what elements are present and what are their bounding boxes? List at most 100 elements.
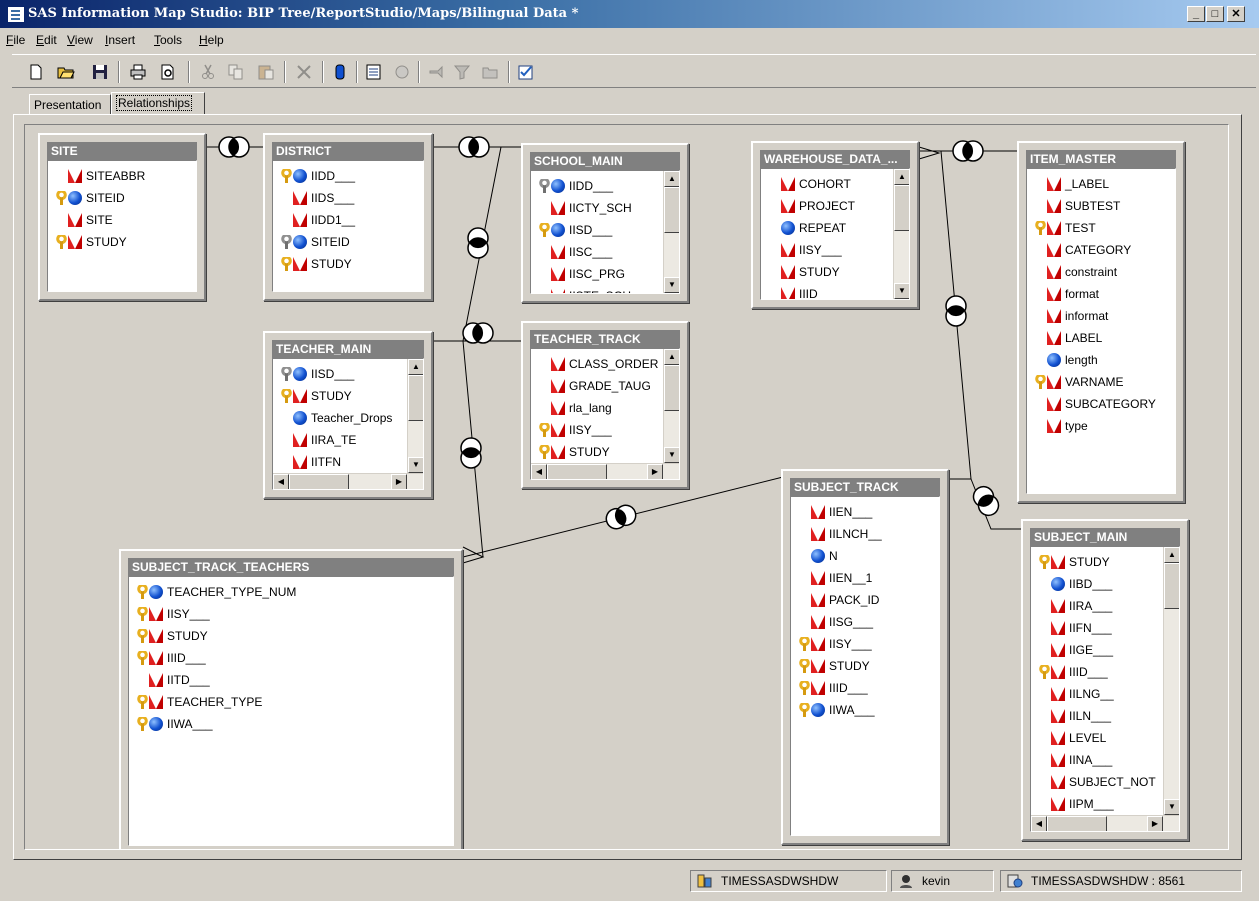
vertical-scrollbar[interactable]: ▲ ▼ xyxy=(893,169,909,299)
scroll-up-icon[interactable]: ▲ xyxy=(664,171,679,187)
copy-icon[interactable] xyxy=(226,62,246,82)
scroll-thumb[interactable] xyxy=(1164,563,1179,609)
character-column-icon xyxy=(811,527,825,541)
close-button[interactable]: ✕ xyxy=(1227,6,1245,22)
column-name: IITFN xyxy=(311,455,341,469)
scroll-thumb[interactable] xyxy=(664,365,679,411)
menu-edit[interactable]: Edit xyxy=(36,33,57,47)
table-site[interactable]: SITE SITEABBR SITEID SITE STUDY xyxy=(38,133,206,301)
table-warehouse-data[interactable]: WAREHOUSE_DATA_... COHORT PROJECT REPEAT IIS… xyxy=(751,141,919,309)
test-icon[interactable] xyxy=(516,62,536,82)
delete-icon[interactable] xyxy=(294,62,314,82)
data-source-icon[interactable] xyxy=(330,62,350,82)
scroll-up-icon[interactable]: ▲ xyxy=(408,359,423,375)
character-column-icon xyxy=(1051,621,1065,635)
horizontal-scrollbar[interactable]: ◀ ▶ xyxy=(273,473,423,489)
table-header[interactable]: SUBJECT_TRACK xyxy=(790,478,940,496)
table-district[interactable]: DISTRICT IIDD___ IIDS___ IIDD1__ SITEID STUDY xyxy=(263,133,433,301)
table-item-master[interactable]: ITEM_MASTER _LABEL SUBTEST TEST CATEGORY cons… xyxy=(1017,141,1185,503)
table-header[interactable]: DISTRICT xyxy=(272,142,424,160)
menu-insert[interactable]: Insert xyxy=(105,33,135,47)
join-icon[interactable] xyxy=(945,295,967,327)
scroll-thumb[interactable] xyxy=(664,187,679,233)
title-bar: SAS Information Map Studio: BIP Tree/Rep… xyxy=(0,0,1259,28)
character-column-icon xyxy=(811,659,825,673)
open-folder-icon[interactable] xyxy=(56,62,76,82)
scroll-up-icon[interactable]: ▲ xyxy=(664,349,679,365)
table-header[interactable]: SUBJECT_MAIN xyxy=(1030,528,1180,546)
scroll-down-icon[interactable]: ▼ xyxy=(408,457,423,473)
filter-icon[interactable] xyxy=(452,62,472,82)
join-icon[interactable] xyxy=(603,502,638,531)
table-header[interactable]: TEACHER_MAIN xyxy=(272,340,424,358)
vertical-scrollbar[interactable]: ▲ ▼ xyxy=(407,359,423,473)
properties-icon[interactable] xyxy=(364,62,384,82)
scroll-thumb[interactable] xyxy=(289,474,349,489)
save-icon[interactable] xyxy=(90,62,110,82)
scroll-up-icon[interactable]: ▲ xyxy=(1164,547,1179,563)
relationship-line[interactable] xyxy=(462,146,502,558)
table-subject-track-teachers[interactable]: SUBJECT_TRACK_TEACHERS TEACHER_TYPE_NUM II… xyxy=(119,549,463,849)
join-icon[interactable] xyxy=(952,140,984,162)
scroll-thumb[interactable] xyxy=(1047,816,1107,831)
table-subject-track[interactable]: SUBJECT_TRACK IIEN___ IILNCH__ N IIEN__1 PACK… xyxy=(781,469,949,845)
relationships-canvas[interactable]: SITE SITEABBR SITEID SITE STUDY DISTRICT IIDD_… xyxy=(24,124,1229,850)
join-icon[interactable] xyxy=(458,136,490,158)
scroll-down-icon[interactable]: ▼ xyxy=(664,277,679,293)
scroll-thumb[interactable] xyxy=(408,375,423,421)
vertical-scrollbar[interactable]: ▲ ▼ xyxy=(663,349,679,463)
join-icon[interactable] xyxy=(462,322,494,344)
menu-help[interactable]: Help xyxy=(199,33,224,47)
table-header[interactable]: WAREHOUSE_DATA_... xyxy=(760,150,910,168)
table-header[interactable]: SUBJECT_TRACK_TEACHERS xyxy=(128,558,454,576)
cut-icon[interactable] xyxy=(198,62,218,82)
character-column-icon xyxy=(1051,643,1065,657)
scroll-thumb[interactable] xyxy=(547,464,607,479)
horizontal-scrollbar[interactable]: ◀ ▶ xyxy=(1031,815,1179,831)
new-icon[interactable] xyxy=(26,62,46,82)
key-icon xyxy=(137,629,148,643)
minimize-button[interactable]: _ xyxy=(1187,6,1205,22)
relationship-line[interactable] xyxy=(918,146,941,160)
scroll-right-icon[interactable]: ▶ xyxy=(1147,816,1163,831)
table-school-main[interactable]: SCHOOL_MAIN IIDD___ IICTY_SCH IISD___ IISC__… xyxy=(521,143,689,303)
scroll-down-icon[interactable]: ▼ xyxy=(664,447,679,463)
scroll-left-icon[interactable]: ◀ xyxy=(273,474,289,489)
join-icon[interactable] xyxy=(460,437,482,469)
scroll-thumb[interactable] xyxy=(894,185,909,231)
tab-presentation[interactable]: Presentation xyxy=(29,94,111,114)
menu-tools[interactable]: Tools xyxy=(154,33,182,47)
column-name: IIWA___ xyxy=(829,703,875,717)
assign-icon[interactable] xyxy=(426,62,446,82)
print-preview-icon[interactable] xyxy=(158,62,178,82)
table-teacher-track[interactable]: TEACHER_TRACK CLASS_ORDER GRADE_TAUG rla_la… xyxy=(521,321,689,489)
scroll-right-icon[interactable]: ▶ xyxy=(647,464,663,479)
scroll-down-icon[interactable]: ▼ xyxy=(1164,799,1179,815)
scroll-down-icon[interactable]: ▼ xyxy=(894,283,909,299)
print-icon[interactable] xyxy=(128,62,148,82)
scroll-left-icon[interactable]: ◀ xyxy=(531,464,547,479)
paste-icon[interactable] xyxy=(256,62,276,82)
menu-view[interactable]: View xyxy=(67,33,93,47)
vertical-scrollbar[interactable]: ▲ ▼ xyxy=(663,171,679,293)
vertical-scrollbar[interactable]: ▲ ▼ xyxy=(1163,547,1179,815)
column-name: IIRA___ xyxy=(1069,599,1113,613)
tab-relationships[interactable]: Relationships xyxy=(111,92,205,115)
table-subject-main[interactable]: SUBJECT_MAIN STUDY IIBD___ IIRA___ IIFN___ II… xyxy=(1021,519,1189,841)
scroll-up-icon[interactable]: ▲ xyxy=(894,169,909,185)
table-header[interactable]: SCHOOL_MAIN xyxy=(530,152,680,170)
scroll-left-icon[interactable]: ◀ xyxy=(1031,816,1047,831)
maximize-button[interactable]: □ xyxy=(1206,6,1224,22)
table-header[interactable]: TEACHER_TRACK xyxy=(530,330,680,348)
horizontal-scrollbar[interactable]: ◀ ▶ xyxy=(531,463,679,479)
join-icon[interactable] xyxy=(218,136,250,158)
new-filter-icon[interactable] xyxy=(392,62,412,82)
folder-icon[interactable] xyxy=(480,62,500,82)
table-teacher-main[interactable]: TEACHER_MAIN IISD___ STUDY Teacher_Drops IIR… xyxy=(263,331,433,499)
character-column-icon xyxy=(1051,731,1065,745)
table-header[interactable]: ITEM_MASTER xyxy=(1026,150,1176,168)
menu-file[interactable]: File xyxy=(6,33,25,47)
table-header[interactable]: SITE xyxy=(47,142,197,160)
join-icon[interactable] xyxy=(467,227,489,259)
scroll-right-icon[interactable]: ▶ xyxy=(391,474,407,489)
